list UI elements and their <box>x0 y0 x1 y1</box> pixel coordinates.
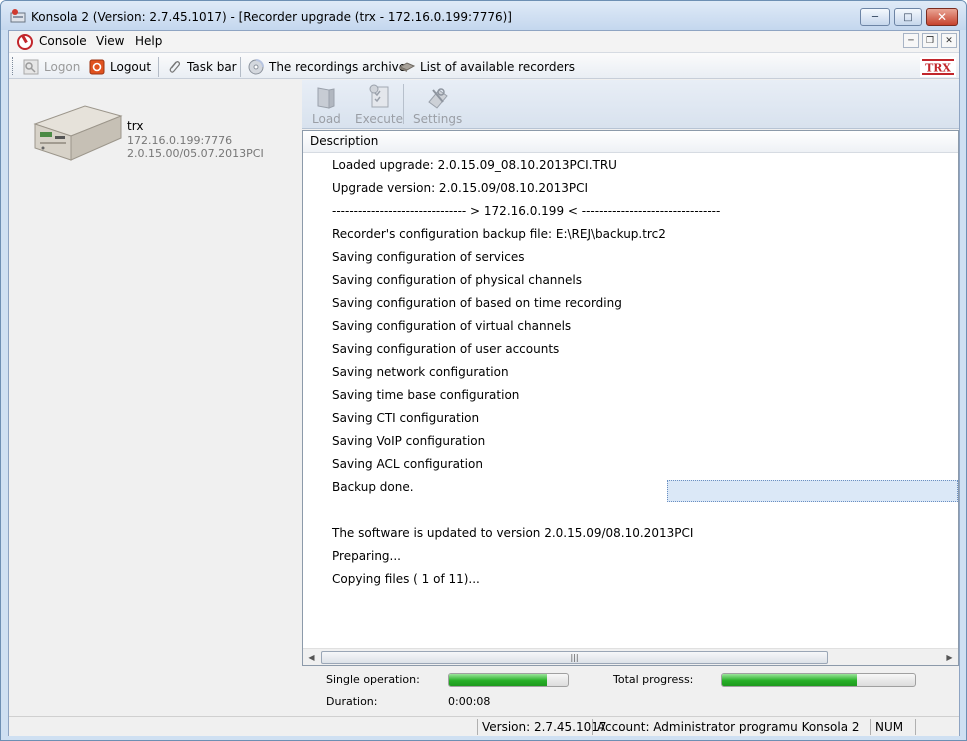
main-toolbar: Logon Logout Task bar The recordings arc… <box>9 52 959 79</box>
selected-row-highlight <box>667 480 958 502</box>
toolbar-separator <box>240 57 241 77</box>
status-num-lock: NUM <box>870 719 915 735</box>
settings-label: Settings <box>413 112 463 126</box>
menu-bar: Console View Help ─ ❐ ✕ <box>9 31 959 52</box>
recordings-archive-label: The recordings archive <box>269 60 407 74</box>
toolbar-separator <box>158 57 159 77</box>
load-label: Load <box>312 112 341 126</box>
folder-open-icon <box>317 87 335 109</box>
log-row[interactable]: Saving VoIP configuration <box>332 430 485 453</box>
toolbar-grip[interactable] <box>12 57 15 75</box>
logout-button[interactable]: Logout <box>89 59 151 75</box>
status-empty-cell <box>915 719 959 735</box>
log-row[interactable]: Saving configuration of based on time re… <box>332 292 622 315</box>
logon-label: Logon <box>44 60 81 74</box>
log-row[interactable]: Saving configuration of virtual channels <box>332 315 571 338</box>
log-row[interactable]: Backup done. <box>332 476 414 499</box>
menu-view[interactable]: View <box>96 34 124 48</box>
menu-help[interactable]: Help <box>135 34 162 48</box>
taskbar-button[interactable]: Task bar <box>166 59 237 75</box>
app-window: Konsola 2 (Version: 2.7.45.1017) - [Reco… <box>0 0 967 741</box>
single-operation-label: Single operation: <box>326 673 420 686</box>
cd-icon <box>248 59 264 75</box>
logout-label: Logout <box>110 60 152 74</box>
duration-label: Duration: <box>326 695 378 708</box>
upgrade-toolbar: Load Execute Settings <box>302 80 959 129</box>
minimize-button[interactable]: ─ <box>860 8 890 26</box>
paperclip-icon <box>169 61 181 73</box>
recordings-archive-button[interactable]: The recordings archive <box>248 59 406 75</box>
status-account: Account: Administrator programu Konsola … <box>592 719 860 735</box>
scrollbar-thumb[interactable]: ||| <box>321 651 828 664</box>
total-progress-bar <box>721 673 916 687</box>
key-icon <box>23 59 39 75</box>
log-row[interactable]: Saving ACL configuration <box>332 453 483 476</box>
log-row[interactable]: Copying files ( 1 of 11)... <box>332 568 480 591</box>
log-row[interactable]: Saving configuration of services <box>332 246 524 269</box>
status-bar: Version: 2.7.45.1017 Account: Administra… <box>9 716 959 736</box>
trx-logo-text: TRX <box>925 62 951 75</box>
checklist-icon <box>369 84 389 108</box>
duration-value: 0:00:08 <box>448 695 491 708</box>
trx-logo: TRX <box>920 57 956 77</box>
upgrade-toolbar-separator <box>403 84 404 124</box>
load-button[interactable]: Load <box>312 84 341 126</box>
scroll-right-arrow-icon[interactable]: ▶ <box>941 649 958 666</box>
scroll-left-arrow-icon[interactable]: ◀ <box>303 649 320 666</box>
log-row[interactable]: Loaded upgrade: 2.0.15.09_08.10.2013PCI.… <box>332 154 617 177</box>
recorders-panel: trx 172.16.0.199:7776 2.0.15.00/05.07.20… <box>9 80 301 715</box>
device-address: 172.16.0.199:7776 <box>127 134 233 147</box>
log-row[interactable]: ------------------------------- > 172.16… <box>332 200 720 223</box>
mdi-close-button[interactable]: ✕ <box>941 33 957 48</box>
total-progress-label: Total progress: <box>613 673 694 686</box>
execute-label: Execute <box>355 112 403 126</box>
client-area: Console View Help ─ ❐ ✕ Logon Logout Tas… <box>8 30 960 736</box>
mdi-restore-button[interactable]: ❐ <box>922 33 938 48</box>
log-row[interactable]: Upgrade version: 2.0.15.09/08.10.2013PCI <box>332 177 588 200</box>
description-column-header[interactable]: Description <box>303 131 958 153</box>
available-recorders-label: List of available recorders <box>420 60 576 74</box>
execute-button[interactable]: Execute <box>355 84 403 126</box>
status-spacer <box>840 719 870 735</box>
log-row[interactable]: Preparing... <box>332 545 401 568</box>
log-row[interactable]: Saving time base configuration <box>332 384 519 407</box>
log-row[interactable]: Saving network configuration <box>332 361 509 384</box>
logout-icon <box>89 59 105 75</box>
taskbar-label: Task bar <box>187 60 237 74</box>
progress-area: Single operation: Total progress: Durati… <box>302 666 959 715</box>
status-version: Version: 2.7.45.1017 <box>477 719 607 735</box>
title-bar[interactable]: Konsola 2 (Version: 2.7.45.1017) - [Reco… <box>1 1 966 30</box>
mdi-minimize-button[interactable]: ─ <box>903 33 919 48</box>
available-recorders-button[interactable]: List of available recorders <box>399 59 575 75</box>
upgrade-log-list[interactable]: Description Loaded upgrade: 2.0.15.09_08… <box>302 130 959 666</box>
log-row[interactable]: Saving configuration of physical channel… <box>332 269 582 292</box>
recorder-icon <box>399 62 415 72</box>
log-row[interactable]: Saving configuration of user accounts <box>332 338 559 361</box>
device-version: 2.0.15.00/05.07.2013PCI <box>127 147 264 160</box>
settings-tools-icon <box>427 88 448 109</box>
device-name[interactable]: trx <box>127 119 143 133</box>
recorder-device-icon[interactable] <box>31 98 125 164</box>
logon-button[interactable]: Logon <box>23 59 80 75</box>
single-operation-progress-bar <box>448 673 569 687</box>
maximize-button[interactable]: □ <box>894 8 922 26</box>
close-button[interactable]: ✕ <box>926 8 958 26</box>
log-row[interactable]: Saving CTI configuration <box>332 407 479 430</box>
console-power-icon[interactable] <box>17 34 33 50</box>
menu-console[interactable]: Console <box>39 34 87 48</box>
upgrade-panel: Load Execute Settings Description Loaded… <box>302 80 959 715</box>
total-progress-fill <box>722 674 858 686</box>
settings-button[interactable]: Settings <box>413 84 462 126</box>
window-title: Konsola 2 (Version: 2.7.45.1017) - [Reco… <box>31 10 512 24</box>
log-row[interactable]: The software is updated to version 2.0.1… <box>332 522 693 545</box>
horizontal-scrollbar[interactable]: ◀ ||| ▶ <box>303 648 958 665</box>
app-icon <box>10 9 26 23</box>
log-row[interactable]: Recorder's configuration backup file: E:… <box>332 223 666 246</box>
single-operation-progress-fill <box>449 674 547 686</box>
